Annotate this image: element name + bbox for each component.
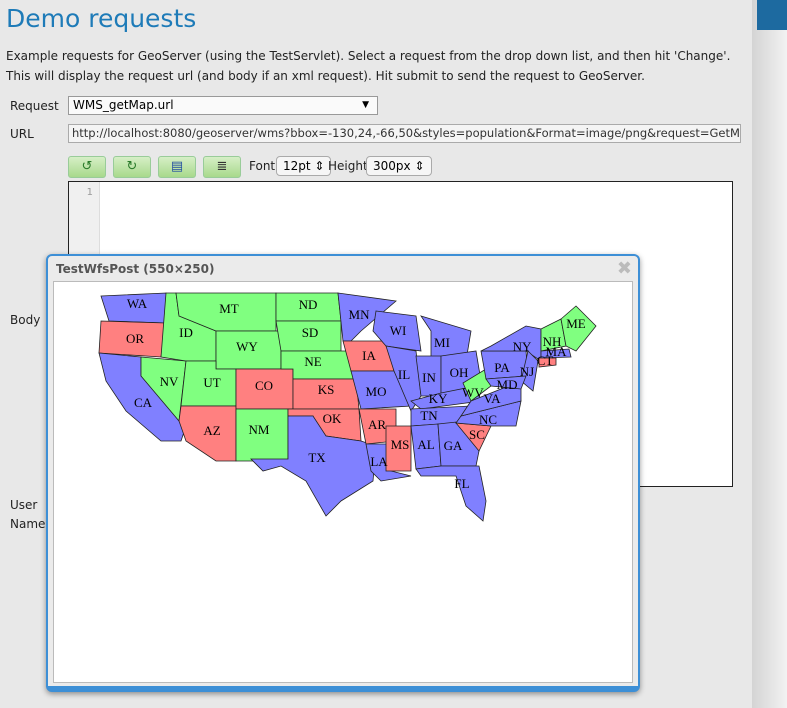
map-frame: WA OR CA NV ID MT WY UT AZ CO NM ND SD NE KS OK TX MN IA MO…: [53, 281, 633, 683]
dropdown-arrow-icon: ▼: [362, 100, 369, 110]
state-label-va: VA: [483, 391, 501, 406]
state-label-or: OR: [126, 331, 144, 346]
height-select[interactable]: 300px ⇕: [366, 156, 432, 176]
reformat-button[interactable]: ≣: [203, 156, 241, 178]
state-label-mo: MO: [366, 384, 387, 399]
page-description: Example requests for GeoServer (using th…: [6, 49, 731, 83]
state-label-wi: WI: [390, 323, 407, 338]
state-label-sc: SC: [469, 427, 485, 442]
state-label-sd: SD: [302, 325, 319, 340]
state-label-az: AZ: [203, 423, 220, 438]
height-label: Height: [328, 159, 368, 173]
state-label-wy: WY: [236, 339, 258, 354]
state-label-nv: NV: [160, 374, 179, 389]
state-label-nd: ND: [299, 297, 318, 312]
state-label-ks: KS: [318, 382, 335, 397]
body-label: Body: [10, 313, 41, 327]
state-label-ky: KY: [429, 391, 448, 406]
page-title: Demo requests: [6, 4, 197, 33]
dialog-bottom-bar: [48, 686, 638, 690]
state-label-fl: FL: [454, 476, 469, 491]
state-fl: [415, 465, 487, 522]
state-label-tn: TN: [420, 408, 438, 423]
state-label-ny: NY: [513, 339, 532, 354]
redo-icon: ↻: [126, 159, 138, 174]
redo-button[interactable]: ↻: [113, 156, 151, 178]
state-label-ut: UT: [203, 375, 220, 390]
background-panel-edge: [752, 0, 787, 708]
user-name-label: User Name: [10, 498, 46, 531]
undo-icon: ↺: [81, 159, 93, 174]
go-to-line-icon: ▤: [170, 159, 184, 174]
state-label-ca: CA: [134, 395, 153, 410]
request-label: Request: [10, 99, 59, 113]
state-label-ok: OK: [323, 411, 342, 426]
state-label-al: AL: [417, 437, 434, 452]
state-label-pa: PA: [494, 360, 510, 375]
font-size-value: 12pt: [283, 159, 311, 173]
state-label-in: IN: [422, 370, 436, 385]
state-label-nm: NM: [249, 422, 270, 437]
state-label-ne: NE: [304, 354, 321, 369]
state-label-il: IL: [398, 367, 410, 382]
state-label-mn: MN: [349, 307, 371, 322]
state-label-md: MD: [497, 377, 518, 392]
reformat-icon: ≣: [216, 159, 228, 174]
state-label-ga: GA: [444, 438, 463, 453]
dialog-title: TestWfsPost (550×250): [56, 262, 215, 276]
request-select-value: WMS_getMap.url: [73, 98, 174, 112]
header-accent: [757, 0, 787, 30]
state-label-id: ID: [179, 325, 193, 340]
state-label-mt: MT: [219, 301, 239, 316]
go-to-line-button[interactable]: ▤: [158, 156, 196, 178]
state-label-ct: CT: [537, 353, 554, 368]
font-size-select[interactable]: 12pt ⇕: [276, 156, 332, 176]
close-icon[interactable]: ✖: [617, 258, 632, 279]
state-label-la: LA: [370, 454, 388, 469]
state-label-nj: NJ: [520, 364, 534, 379]
state-label-ar: AR: [368, 417, 386, 432]
undo-button[interactable]: ↺: [68, 156, 106, 178]
state-label-wv: WV: [462, 385, 484, 400]
state-label-nc: NC: [479, 412, 497, 427]
height-value: 300px: [373, 159, 411, 173]
url-label: URL: [10, 127, 34, 141]
state-label-co: CO: [255, 378, 273, 393]
state-label-ms: MS: [391, 437, 410, 452]
font-label: Font: [249, 159, 276, 173]
line-number: 1: [86, 187, 93, 198]
state-label-ia: IA: [362, 348, 376, 363]
state-label-wa: WA: [127, 296, 148, 311]
url-input[interactable]: http://localhost:8080/geoserver/wms?bbox…: [68, 124, 741, 143]
us-population-map: WA OR CA NV ID MT WY UT AZ CO NM ND SD NE KS OK TX MN IA MO…: [98, 292, 597, 522]
state-label-tx: TX: [308, 450, 326, 465]
test-wfs-post-dialog: TestWfsPost (550×250) ✖ WA OR CA NV ID MT WY UT…: [46, 254, 640, 692]
state-label-me: ME: [566, 316, 586, 331]
state-label-oh: OH: [450, 365, 469, 380]
state-label-mi: MI: [434, 335, 450, 350]
request-select[interactable]: WMS_getMap.url ▼: [68, 96, 378, 115]
